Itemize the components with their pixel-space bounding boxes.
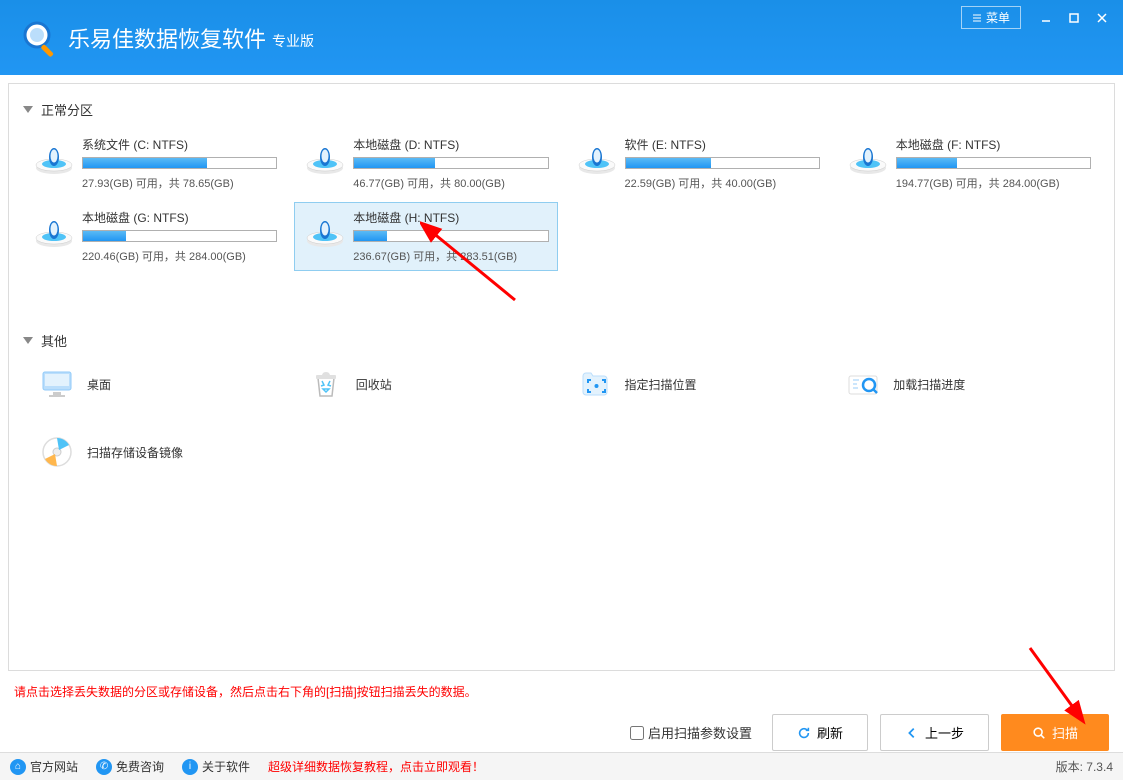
partition-item-3[interactable]: 本地磁盘 (F: NTFS) 194.77(GB) 可用，共 284.00(GB) <box>837 129 1100 198</box>
disk-icon <box>303 209 347 253</box>
disk-icon <box>303 136 347 180</box>
partition-stats: 236.67(GB) 可用，共 283.51(GB) <box>353 248 548 264</box>
checkbox-label: 启用扫描参数设置 <box>648 723 752 742</box>
load-icon <box>845 366 881 402</box>
footer: ⌂ 官方网站 ✆ 免费咨询 i 关于软件 超级详细数据恢复教程，点击立即观看！ … <box>0 752 1123 780</box>
disk-icon <box>575 136 619 180</box>
official-site-link[interactable]: ⌂ 官方网站 <box>10 758 78 775</box>
partition-name: 本地磁盘 (H: NTFS) <box>353 209 548 226</box>
action-bar: 启用扫描参数设置 刷新 上一步 扫描 <box>0 708 1123 757</box>
chevron-down-icon <box>23 337 33 344</box>
menu-icon <box>972 13 982 23</box>
section-normal-partitions[interactable]: 正常分区 <box>23 100 1100 119</box>
partition-info: 本地磁盘 (H: NTFS) 236.67(GB) 可用，共 283.51(GB) <box>353 209 548 264</box>
target-icon <box>577 366 613 402</box>
search-icon <box>1032 726 1046 740</box>
usage-bar <box>896 157 1091 169</box>
partition-item-5[interactable]: 本地磁盘 (H: NTFS) 236.67(GB) 可用，共 283.51(GB) <box>294 202 557 271</box>
partition-info: 本地磁盘 (D: NTFS) 46.77(GB) 可用，共 80.00(GB) <box>353 136 548 191</box>
disk-icon <box>32 136 76 180</box>
partition-name: 软件 (E: NTFS) <box>625 136 820 153</box>
partition-grid: 系统文件 (C: NTFS) 27.93(GB) 可用，共 78.65(GB) 本地… <box>23 129 1100 271</box>
usage-bar <box>82 157 277 169</box>
partition-info: 本地磁盘 (F: NTFS) 194.77(GB) 可用，共 284.00(GB) <box>896 136 1091 191</box>
section-label: 正常分区 <box>41 100 93 119</box>
other-item-load[interactable]: 加载扫描进度 <box>839 360 1100 408</box>
disc-icon <box>39 434 75 470</box>
version-text: 版本: 7.3.4 <box>1056 758 1113 775</box>
other-grid: 桌面 回收站 指定扫描位置 加载扫描进度扫描存储设备镜像 <box>33 360 1100 476</box>
enable-scan-params-checkbox[interactable]: 启用扫描参数设置 <box>630 723 752 742</box>
other-label: 回收站 <box>356 376 392 393</box>
button-label: 上一步 <box>925 723 964 742</box>
partition-item-2[interactable]: 软件 (E: NTFS) 22.59(GB) 可用，共 40.00(GB) <box>566 129 829 198</box>
other-label: 扫描存储设备镜像 <box>87 444 183 461</box>
other-item-recycle[interactable]: 回收站 <box>302 360 563 408</box>
chat-icon: ✆ <box>96 759 112 775</box>
other-item-target[interactable]: 指定扫描位置 <box>571 360 832 408</box>
partition-info: 本地磁盘 (G: NTFS) 220.46(GB) 可用，共 284.00(GB) <box>82 209 277 264</box>
partition-item-1[interactable]: 本地磁盘 (D: NTFS) 46.77(GB) 可用，共 80.00(GB) <box>294 129 557 198</box>
other-item-desktop[interactable]: 桌面 <box>33 360 294 408</box>
main-content: 正常分区 系统文件 (C: NTFS) 27.93(GB) 可用，共 78.65(… <box>0 75 1123 675</box>
other-label: 指定扫描位置 <box>625 376 697 393</box>
prev-button[interactable]: 上一步 <box>880 714 989 751</box>
close-button[interactable] <box>1089 7 1115 29</box>
hint-text: 请点击选择丢失数据的分区或存储设备，然后点击右下角的[扫描]按钮扫描丢失的数据。 <box>0 675 1123 708</box>
maximize-button[interactable] <box>1061 7 1087 29</box>
home-icon: ⌂ <box>10 759 26 775</box>
disk-icon <box>846 136 890 180</box>
main-panel: 正常分区 系统文件 (C: NTFS) 27.93(GB) 可用，共 78.65(… <box>8 83 1115 671</box>
free-consult-link[interactable]: ✆ 免费咨询 <box>96 758 164 775</box>
section-other[interactable]: 其他 <box>23 331 1100 350</box>
other-label: 加载扫描进度 <box>893 376 965 393</box>
app-logo-icon <box>20 18 60 58</box>
partition-name: 本地磁盘 (D: NTFS) <box>353 136 548 153</box>
other-label: 桌面 <box>87 376 111 393</box>
refresh-button[interactable]: 刷新 <box>772 714 868 751</box>
minimize-button[interactable] <box>1033 7 1059 29</box>
partition-name: 本地磁盘 (G: NTFS) <box>82 209 277 226</box>
partition-stats: 22.59(GB) 可用，共 40.00(GB) <box>625 175 820 191</box>
button-label: 扫描 <box>1052 723 1078 742</box>
button-label: 刷新 <box>817 723 843 742</box>
desktop-icon <box>39 366 75 402</box>
partition-stats: 220.46(GB) 可用，共 284.00(GB) <box>82 248 277 264</box>
partition-info: 系统文件 (C: NTFS) 27.93(GB) 可用，共 78.65(GB) <box>82 136 277 191</box>
about-link[interactable]: i 关于软件 <box>182 758 250 775</box>
info-icon: i <box>182 759 198 775</box>
partition-stats: 46.77(GB) 可用，共 80.00(GB) <box>353 175 548 191</box>
menu-label: 菜单 <box>986 9 1010 26</box>
partition-stats: 194.77(GB) 可用，共 284.00(GB) <box>896 175 1091 191</box>
usage-bar <box>82 230 277 242</box>
checkbox-input[interactable] <box>630 726 644 740</box>
arrow-left-icon <box>905 726 919 740</box>
partition-name: 系统文件 (C: NTFS) <box>82 136 277 153</box>
refresh-icon <box>797 726 811 740</box>
chevron-down-icon <box>23 106 33 113</box>
section-label: 其他 <box>41 331 67 350</box>
partition-stats: 27.93(GB) 可用，共 78.65(GB) <box>82 175 277 191</box>
app-subtitle: 专业版 <box>272 31 314 51</box>
partition-item-4[interactable]: 本地磁盘 (G: NTFS) 220.46(GB) 可用，共 284.00(GB) <box>23 202 286 271</box>
usage-bar <box>353 157 548 169</box>
link-label: 官方网站 <box>30 758 78 775</box>
usage-bar <box>353 230 548 242</box>
scan-button[interactable]: 扫描 <box>1001 714 1109 751</box>
partition-info: 软件 (E: NTFS) 22.59(GB) 可用，共 40.00(GB) <box>625 136 820 191</box>
link-label: 免费咨询 <box>116 758 164 775</box>
other-item-disc[interactable]: 扫描存储设备镜像 <box>33 428 294 476</box>
partition-item-0[interactable]: 系统文件 (C: NTFS) 27.93(GB) 可用，共 78.65(GB) <box>23 129 286 198</box>
recycle-icon <box>308 366 344 402</box>
tutorial-link[interactable]: 超级详细数据恢复教程，点击立即观看！ <box>268 758 484 775</box>
menu-button[interactable]: 菜单 <box>961 6 1021 29</box>
partition-name: 本地磁盘 (F: NTFS) <box>896 136 1091 153</box>
titlebar: 乐易佳数据恢复软件 专业版 菜单 <box>0 0 1123 75</box>
app-title: 乐易佳数据恢复软件 <box>68 22 266 54</box>
link-label: 关于软件 <box>202 758 250 775</box>
usage-bar <box>625 157 820 169</box>
disk-icon <box>32 209 76 253</box>
window-controls: 菜单 <box>961 6 1115 29</box>
